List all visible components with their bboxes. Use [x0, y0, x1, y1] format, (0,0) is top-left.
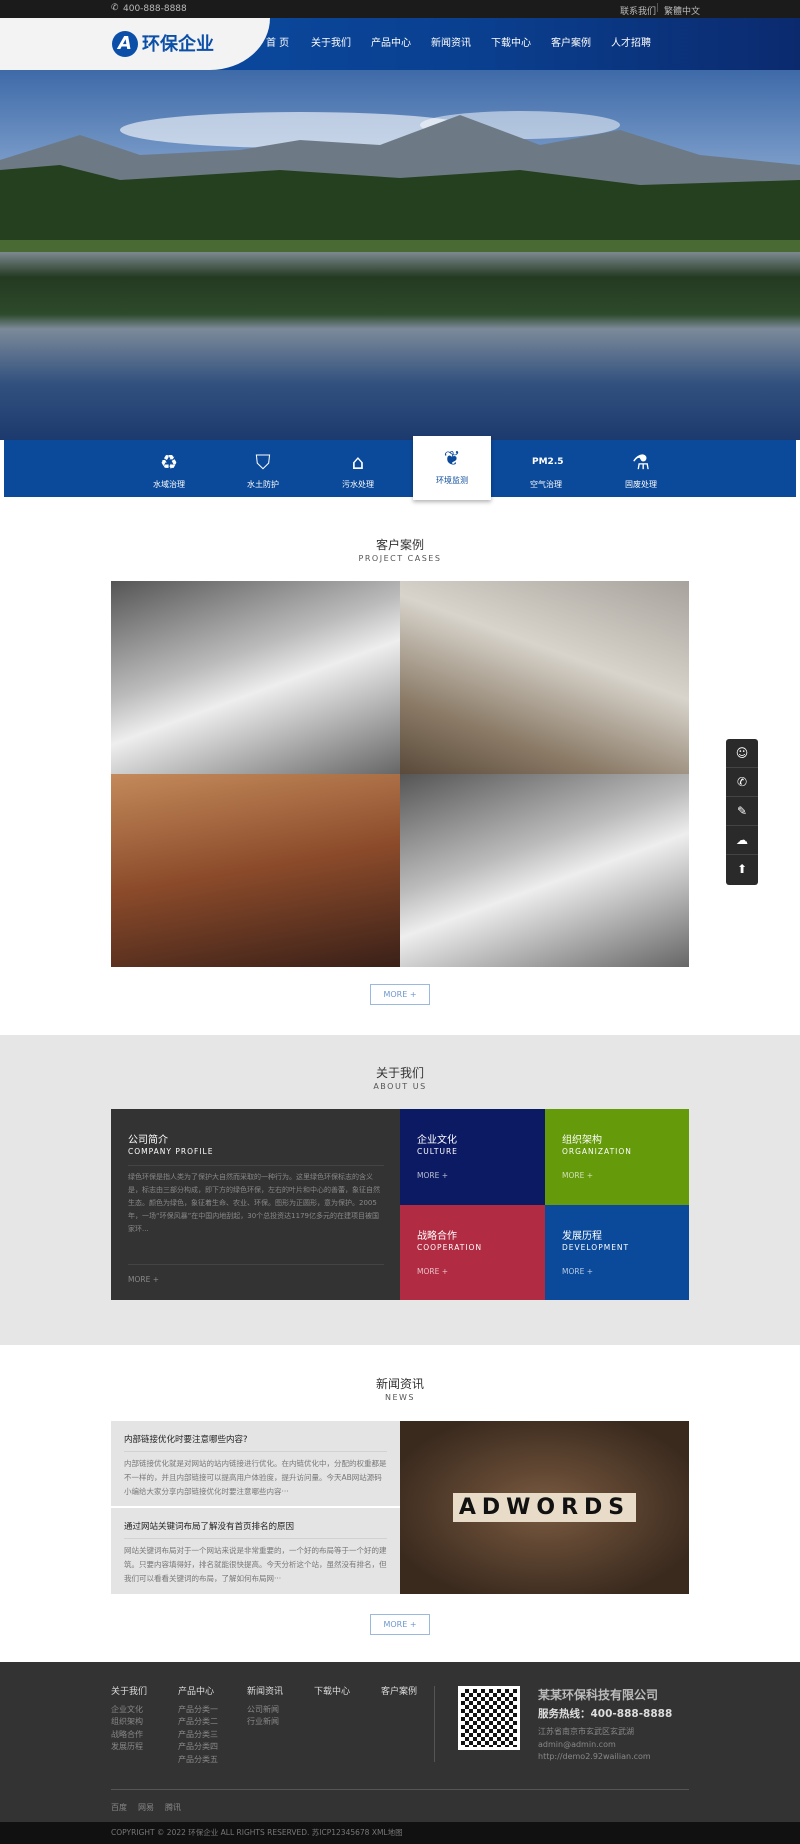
nav-careers[interactable]: 人才招聘	[611, 18, 651, 70]
news-item[interactable]: 通过网站关键词布局了解没有首页排名的原因网站关键词布局对于一个网站来说是非常重要…	[111, 1508, 400, 1594]
globe-leaf-icon: ❦	[443, 446, 461, 470]
qr-code	[458, 1686, 520, 1750]
case-image-desk[interactable]	[111, 774, 400, 967]
service-solid-waste[interactable]: ⚗ 固废处理	[602, 440, 680, 497]
header: A 环保企业 首 页 关于我们 产品中心 新闻资讯 下载中心 客户案例 人才招聘	[0, 18, 800, 70]
mountain-lake-image	[0, 111, 800, 252]
top-phone: 400-888-8888	[123, 4, 187, 14]
water-cycle-icon: ♻	[160, 450, 178, 474]
about-section: 关于我们 ABOUT US 公司简介 COMPANY PROFILE 绿色环保是…	[0, 1035, 800, 1345]
footer-col-products: 产品中心 产品分类一 产品分类二 产品分类三 产品分类四 产品分类五	[178, 1687, 218, 1764]
arrow-up-icon[interactable]: ⬆	[726, 855, 758, 884]
profile-more-link[interactable]: MORE +	[128, 1275, 159, 1284]
news-item-desc: 网站关键词布局对于一个网站来说是非常重要的，一个好的布局等于一个好的建筑。只要内…	[124, 1546, 387, 1583]
news-item-desc: 内部链接优化就是对网站的站内链接进行优化。在内链优化中，分配的权重都是不一样的，…	[124, 1459, 387, 1496]
contact-link[interactable]: 联系我们	[620, 4, 656, 17]
footer-col-downloads: 下载中心	[314, 1687, 351, 1697]
cases-subtitle: PROJECT CASES	[358, 554, 442, 563]
friend-link[interactable]: 百度	[111, 1802, 127, 1815]
profile-subtitle: COMPANY PROFILE	[128, 1147, 214, 1156]
service-env-monitoring[interactable]: ❦ 环境监测	[413, 436, 491, 500]
qq-icon[interactable]: ☺	[726, 739, 758, 768]
cooperation-block[interactable]: 战略合作 COOPERATION MORE +	[400, 1205, 545, 1300]
service-air[interactable]: PM2.5 空气治理	[507, 440, 585, 497]
service-label: 固废处理	[625, 480, 657, 489]
cooperation-more-link[interactable]: MORE +	[417, 1267, 448, 1276]
footer-divider	[434, 1686, 435, 1762]
case-image-laptop[interactable]	[111, 581, 400, 774]
cases-title: 客户案例	[375, 538, 424, 552]
nav-downloads[interactable]: 下载中心	[491, 18, 531, 70]
edit-icon[interactable]: ✎	[726, 797, 758, 826]
nav-cases[interactable]: 客户案例	[551, 18, 591, 70]
development-block[interactable]: 发展历程 DEVELOPMENT MORE +	[545, 1205, 689, 1300]
pm25-factory-icon: PM2.5	[532, 457, 564, 467]
cases-more-button[interactable]: MORE +	[370, 984, 430, 1005]
organization-block[interactable]: 组织架构 ORGANIZATION MORE +	[545, 1109, 689, 1205]
development-more-link[interactable]: MORE +	[562, 1267, 593, 1276]
service-water-governance[interactable]: ♻ 水域治理	[130, 440, 208, 497]
footer-col-news: 新闻资讯 公司新闻 行业新闻	[247, 1687, 284, 1726]
profile-title: 公司简介	[128, 1135, 168, 1146]
organization-more-link[interactable]: MORE +	[562, 1171, 593, 1180]
traditional-chinese-link[interactable]: 繁體中文	[664, 4, 700, 17]
hero-banner	[0, 70, 800, 440]
news-item-title[interactable]: 通过网站关键词布局了解没有首页排名的原因	[124, 1508, 387, 1539]
footer-contact: 江苏省南京市玄武区玄武湖 admin@admin.com http://demo2.…	[538, 1727, 651, 1761]
top-bar: ✆ 400-888-8888 联系我们 | 繁體中文	[0, 0, 800, 18]
service-label: 环境监测	[436, 476, 468, 485]
about-subtitle: ABOUT US	[373, 1082, 427, 1091]
footer-company: 某某环保科技有限公司	[538, 1688, 659, 1702]
service-label: 水土防护	[247, 480, 279, 489]
news-item-title[interactable]: 内部链接优化时要注意哪些内容?	[124, 1421, 387, 1452]
news-more-button[interactable]: MORE +	[370, 1614, 430, 1635]
logo-text[interactable]: 环保企业	[142, 30, 214, 56]
footer-hotline: 服务热线：400-888-8888	[538, 1708, 673, 1720]
phone-icon: ✆	[111, 3, 119, 13]
news-title: 新闻资讯	[375, 1377, 424, 1391]
culture-block[interactable]: 企业文化 CULTURE MORE +	[400, 1109, 545, 1205]
flask-icon: ⚗	[632, 450, 650, 474]
divider: |	[656, 3, 660, 13]
house-water-icon: ⌂	[351, 450, 365, 474]
phone-icon[interactable]: ✆	[726, 768, 758, 797]
logo-icon: A	[112, 31, 138, 57]
profile-text: 绿色环保是指人类为了保护大自然而采取的一种行为。这里绿色环保标志的含义是，标志由…	[128, 1173, 380, 1233]
friend-link[interactable]: 网易	[138, 1802, 154, 1815]
nav-products[interactable]: 产品中心	[371, 18, 411, 70]
news-image-adwords[interactable]: ADWORDS	[400, 1421, 689, 1594]
service-label: 污水处理	[342, 480, 374, 489]
culture-more-link[interactable]: MORE +	[417, 1171, 448, 1180]
wechat-icon[interactable]: ☁	[726, 826, 758, 855]
about-title: 关于我们	[375, 1066, 424, 1080]
case-image-phone[interactable]	[400, 581, 689, 774]
nav-home[interactable]: 首 页	[266, 18, 289, 70]
footer-rule	[111, 1789, 689, 1790]
nav-about[interactable]: 关于我们	[311, 18, 351, 70]
footer-col-about: 关于我们 企业文化 组织架构 战略合作 发展历程	[111, 1687, 148, 1751]
company-profile[interactable]: 公司简介 COMPANY PROFILE 绿色环保是指人类为了保护大自然而采取的…	[111, 1109, 400, 1300]
service-label: 水域治理	[153, 480, 185, 489]
copyright: COPYRIGHT © 2022 环保企业 ALL RIGHTS RESERVE…	[0, 1822, 800, 1844]
news-item[interactable]: 内部链接优化时要注意哪些内容? 内部链接优化就是对网站的站内链接进行优化。在内链优…	[111, 1421, 400, 1506]
nav-news[interactable]: 新闻资讯	[431, 18, 471, 70]
footer: 关于我们 企业文化 组织架构 战略合作 发展历程 产品中心 产品分类一 产品分类二 产品分类三…	[0, 1662, 800, 1822]
friend-link[interactable]: 腾讯	[165, 1802, 181, 1815]
floating-toolbar: ☺ ✆ ✎ ☁ ⬆	[726, 739, 758, 885]
services-bar: ♻ 水域治理 ⛉ 水土防护 ⌂ 污水处理 ❦ 环境监测 PM2.5 空气治理 ⚗ 固废处理	[4, 436, 796, 500]
service-label: 空气治理	[530, 480, 562, 489]
service-sewage[interactable]: ⌂ 污水处理	[319, 440, 397, 497]
footer-col-cases: 客户案例	[381, 1687, 418, 1697]
shield-drop-icon: ⛉	[255, 450, 271, 474]
news-subtitle: NEWS	[384, 1393, 416, 1402]
adwords-tiles: ADWORDS	[452, 1493, 637, 1522]
service-soil-protection[interactable]: ⛉ 水土防护	[224, 440, 302, 497]
case-image-laptop-2[interactable]	[400, 774, 689, 967]
